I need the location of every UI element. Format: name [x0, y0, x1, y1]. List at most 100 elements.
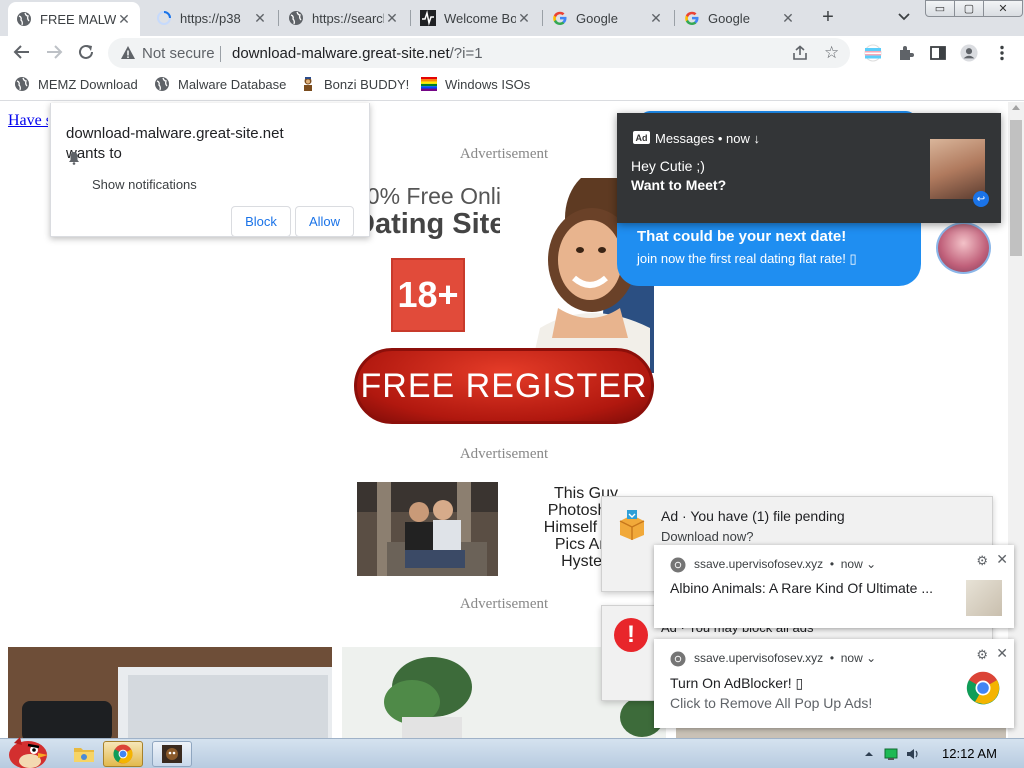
scroll-up-arrow-icon[interactable]	[1012, 105, 1020, 110]
loading-spinner-icon	[156, 10, 172, 26]
taskbar-clock[interactable]: 12:12 AM	[942, 746, 997, 761]
tab-title: https://search	[312, 10, 384, 26]
bookmark-windows-isos[interactable]: Windows ISOs	[421, 76, 530, 92]
security-label[interactable]: Not secure	[142, 45, 215, 62]
extension-flag-icon[interactable]	[864, 44, 882, 62]
scrollbar-thumb[interactable]	[1010, 120, 1022, 256]
close-tab-icon[interactable]: ✕	[780, 10, 796, 27]
close-tab-icon[interactable]: ✕	[252, 10, 268, 27]
notification-text: Turn On AdBlocker! ▯	[670, 675, 804, 691]
taskbar-chrome-button[interactable]	[103, 741, 143, 767]
tab-strip: FREE MALWARE ✕ https://p38 ✕ https://sea…	[0, 0, 1024, 36]
chrome-notification-albino[interactable]: ssave.upervisofosev.xyz • now ⌄ ⚙ ✕ Albi…	[654, 545, 1014, 628]
dating-chat-bubble[interactable]: That could be your next date! join now t…	[617, 218, 921, 286]
exclamation-icon: !	[614, 618, 648, 652]
block-button[interactable]: Block	[231, 206, 291, 237]
gear-icon[interactable]: ⚙	[976, 553, 988, 569]
tab-title: FREE MALWARE	[40, 11, 116, 27]
download-notification-subtitle: Download now?	[661, 529, 754, 544]
ad-label: Advertisement	[459, 596, 549, 612]
windows-flag-icon	[421, 76, 437, 92]
tab-title: Welcome Bo	[444, 10, 516, 26]
notification-time: now	[840, 651, 863, 665]
close-tab-icon[interactable]: ✕	[648, 10, 664, 27]
ad-photo-couple[interactable]	[357, 482, 498, 576]
dating-ad[interactable]: 00% Free Online Dating Site 18+ FREE REG	[354, 168, 654, 428]
tab-p38[interactable]: https://p38 ✕	[148, 4, 276, 32]
globe-icon	[16, 11, 32, 27]
profile-avatar-icon[interactable]	[960, 44, 978, 62]
tab-welcome[interactable]: Welcome Bo ✕	[412, 4, 540, 32]
bell-icon	[68, 151, 80, 165]
tray-expand-arrow-icon[interactable]	[862, 747, 876, 761]
taskbar-app-button[interactable]	[152, 741, 192, 767]
bookmarks-bar: MEMZ Download Malware Database Bonzi BUD…	[0, 69, 1024, 101]
close-tab-icon[interactable]: ✕	[384, 10, 400, 27]
prompt-site: download-malware.great-site.net	[66, 125, 284, 142]
globe-icon	[154, 76, 170, 92]
gear-icon[interactable]: ⚙	[976, 647, 988, 663]
notification-time: now	[840, 557, 863, 571]
close-window-button[interactable]: ✕	[983, 0, 1023, 17]
warning-triangle-icon[interactable]	[120, 45, 136, 61]
tab-google-1[interactable]: Google ✕	[544, 4, 672, 32]
url-text[interactable]: download-malware.great-site.net/?i=1	[232, 45, 483, 62]
close-icon[interactable]: ✕	[996, 551, 1008, 568]
ad-thumbnail[interactable]	[676, 727, 1006, 738]
address-bar[interactable]: Not secure download-malware.great-site.n…	[108, 38, 850, 68]
reload-icon[interactable]	[76, 42, 96, 62]
chevron-down-icon[interactable]	[896, 8, 912, 24]
adult-18-badge: 18+	[391, 258, 465, 332]
notification-permission-prompt: download-malware.great-site.net wants to…	[50, 103, 370, 237]
close-tab-icon[interactable]: ✕	[516, 10, 532, 27]
notification-photo	[930, 139, 985, 199]
new-tab-button[interactable]: +	[818, 7, 838, 27]
tab-search[interactable]: https://search ✕	[280, 4, 408, 32]
bookmark-memz[interactable]: MEMZ Download	[14, 76, 138, 92]
share-icon[interactable]	[792, 45, 808, 61]
network-icon[interactable]	[884, 747, 898, 761]
browser-toolbar: Not secure download-malware.great-site.n…	[0, 36, 1024, 69]
ad-label: Advertisement	[459, 146, 549, 162]
reply-icon[interactable]: ↩	[973, 191, 989, 207]
notification-image	[966, 580, 1002, 616]
explorer-folder-icon[interactable]	[64, 741, 104, 767]
bookmark-malware-database[interactable]: Malware Database	[154, 76, 286, 92]
extensions-puzzle-icon[interactable]	[897, 44, 915, 62]
bookmark-label: Malware Database	[178, 76, 287, 92]
ad-label: Advertisement	[459, 446, 549, 462]
start-button-angry-bird-icon[interactable]	[4, 733, 52, 768]
maximize-button[interactable]: ▢	[954, 0, 984, 17]
package-icon	[616, 509, 648, 541]
tab-google-2[interactable]: Google ✕	[676, 4, 804, 32]
ad-thumbnail-phone[interactable]	[8, 647, 332, 738]
messages-ad-notification[interactable]: Ad Messages • now ↓ Hey Cutie ;) Want to…	[617, 113, 1001, 223]
chat-bubble-title: That could be your next date!	[637, 228, 847, 245]
chrome-icon	[670, 651, 686, 667]
allow-button[interactable]: Allow	[295, 206, 354, 237]
chat-avatar[interactable]	[936, 222, 991, 274]
close-icon[interactable]: ✕	[996, 645, 1008, 662]
forward-arrow-icon[interactable]	[44, 42, 64, 62]
close-tab-icon[interactable]: ✕	[116, 11, 132, 28]
free-register-button[interactable]: FREE REGISTER	[354, 348, 654, 424]
minimize-button[interactable]: ▭	[925, 0, 955, 17]
bookmark-star-icon[interactable]: ☆	[824, 43, 839, 63]
bookmark-label: MEMZ Download	[38, 76, 138, 92]
page-link[interactable]: Have s	[8, 112, 48, 130]
volume-icon[interactable]	[906, 747, 920, 761]
side-panel-icon[interactable]	[929, 44, 947, 62]
dating-ad-subtitle: Dating Site	[354, 208, 506, 240]
menu-kebab-icon[interactable]	[993, 44, 1011, 62]
tab-separator	[410, 10, 411, 26]
download-notification-title: Ad · You have (1) file pending	[661, 508, 845, 524]
bonzi-icon	[300, 76, 316, 92]
notification-line-1: Hey Cutie ;)	[631, 158, 705, 174]
back-arrow-icon[interactable]	[12, 42, 32, 62]
chrome-notification-adblocker[interactable]: ssave.upervisofosev.xyz • now ⌄ ⚙ ✕ Turn…	[654, 639, 1014, 728]
bookmark-bonzi-buddy[interactable]: Bonzi BUDDY!	[300, 76, 409, 92]
tab-title: https://p38	[180, 10, 241, 26]
tab-free-malware[interactable]: FREE MALWARE ✕	[8, 2, 140, 36]
chrome-icon	[670, 557, 686, 573]
prompt-permission-item: Show notifications	[92, 177, 197, 192]
